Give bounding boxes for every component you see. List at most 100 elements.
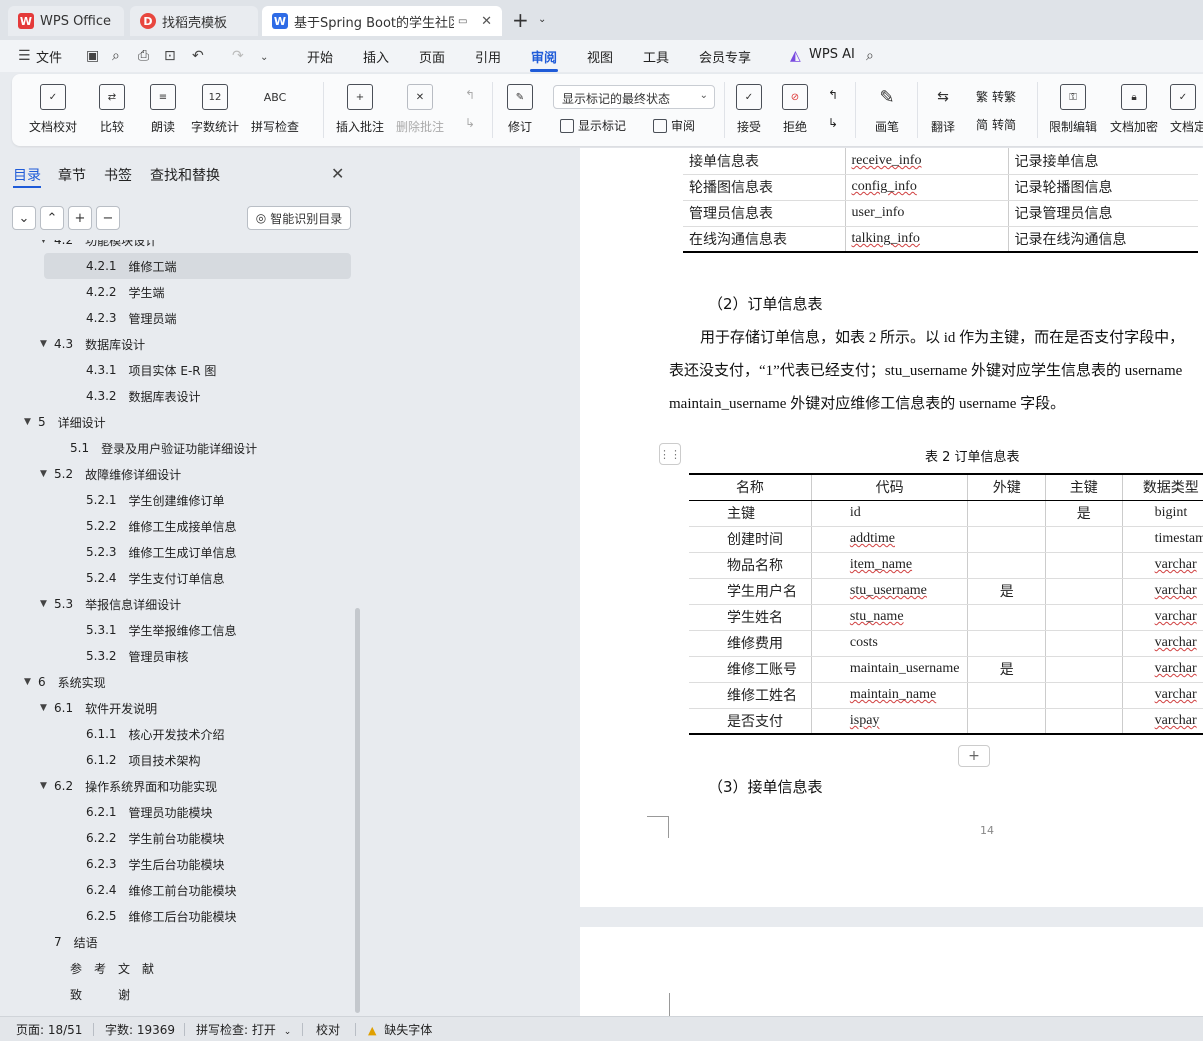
table-cell[interactable] <box>1045 526 1123 553</box>
encrypt-button[interactable]: 🔒︎ 文档加密 <box>1110 80 1158 135</box>
table-cell[interactable]: varchar <box>1122 604 1203 631</box>
table-cell[interactable]: config_info <box>845 174 1009 201</box>
toc-item[interactable]: 5.1 登录及用户验证功能详细设计 <box>0 435 355 461</box>
toc-item[interactable]: ▼ 6 系统实现 <box>0 669 355 695</box>
reject-button[interactable]: ⊘ 拒绝 <box>782 80 808 135</box>
expand-up-icon[interactable]: ⌃ <box>40 206 64 230</box>
pen-button[interactable]: ✎ 画笔 <box>874 80 900 135</box>
missing-font-indicator[interactable]: ▲ 缺失字体 <box>368 1021 432 1038</box>
proof-indicator[interactable]: 校对 <box>316 1021 340 1038</box>
table-cell[interactable]: 主键 <box>689 500 812 527</box>
menu-view[interactable]: 视图 <box>587 47 613 66</box>
new-tab-icon[interactable]: + <box>512 8 529 32</box>
toc-item[interactable]: 致 谢 <box>0 981 355 1007</box>
doc-check-button[interactable]: ✓ 文档校对 <box>29 80 77 135</box>
toc-item[interactable]: 5.2.4 学生支付订单信息 <box>0 565 355 591</box>
table-cell[interactable]: 维修工账号 <box>689 656 812 683</box>
table-cell[interactable]: varchar <box>1122 578 1203 605</box>
table-cell[interactable]: addtime <box>811 526 969 553</box>
toc-item[interactable]: 6.2.2 学生前台功能模块 <box>0 825 355 851</box>
table-cell[interactable]: varchar <box>1122 708 1203 735</box>
toc-item[interactable]: 5.2.1 学生创建维修订单 <box>0 487 355 513</box>
insert-comment-button[interactable]: + 插入批注 <box>336 80 384 135</box>
menu-start[interactable]: 开始 <box>307 47 333 66</box>
review-pane-button[interactable]: 审阅 <box>653 117 695 134</box>
restrict-edit-button[interactable]: ⚿ 限制编辑 <box>1049 80 1097 135</box>
add-row-button[interactable]: + <box>958 745 990 767</box>
compare-button[interactable]: ⇄ 比较 <box>99 80 125 135</box>
table-cell[interactable]: 轮播图信息表 <box>683 174 846 201</box>
toc-item[interactable]: 6.1.2 项目技术架构 <box>0 747 355 773</box>
table-cell[interactable]: 记录接单信息 <box>1008 148 1198 175</box>
toc-item[interactable]: 7 结语 <box>0 929 355 955</box>
toc-item[interactable]: 6.2.4 维修工前台功能模块 <box>0 877 355 903</box>
caret-down-icon[interactable]: ▼ <box>40 781 54 791</box>
caret-down-icon[interactable]: ▼ <box>40 339 54 349</box>
tab-wps-office[interactable]: W WPS Office <box>8 6 124 36</box>
translate-button[interactable]: ⇆ 翻译 <box>930 80 956 135</box>
collapse-all-icon[interactable]: ⌄ <box>12 206 36 230</box>
table-cell[interactable]: user_info <box>845 200 1009 227</box>
toc-item[interactable]: ▼ 5.2 故障维修详细设计 <box>0 461 355 487</box>
toc-item[interactable]: 6.2.1 管理员功能模块 <box>0 799 355 825</box>
table-cell[interactable]: item_name <box>811 552 969 579</box>
toc-item[interactable]: 4.2.1 维修工端 <box>44 253 351 279</box>
close-icon[interactable]: ✕ <box>331 164 344 183</box>
prev-change-icon[interactable]: ↰ <box>828 88 838 102</box>
table-cell[interactable]: 学生用户名 <box>689 578 812 605</box>
table-cell[interactable]: 记录轮播图信息 <box>1008 174 1198 201</box>
next-change-icon[interactable]: ↳ <box>828 116 838 130</box>
toc-item[interactable]: 5.3.2 管理员审核 <box>0 643 355 669</box>
search-icon[interactable]: ⌕ <box>866 48 874 64</box>
table-cell[interactable]: maintain_username <box>811 656 969 683</box>
table-cell[interactable] <box>1045 682 1123 709</box>
menu-review[interactable]: 审阅 <box>531 47 557 66</box>
menu-page[interactable]: 页面 <box>419 47 445 66</box>
table-cell[interactable] <box>967 708 1046 735</box>
table-cell[interactable] <box>967 682 1046 709</box>
remove-heading-icon[interactable]: − <box>96 206 120 230</box>
table-cell[interactable]: stu_name <box>811 604 969 631</box>
table-cell[interactable]: 接单信息表 <box>683 148 846 175</box>
menu-file[interactable]: 文件 <box>36 47 62 66</box>
table-cell[interactable]: 创建时间 <box>689 526 812 553</box>
table-cell[interactable]: 维修费用 <box>689 630 812 657</box>
redo-icon[interactable]: ↷ <box>232 48 244 64</box>
toc-item[interactable]: 4.2.2 学生端 <box>0 279 355 305</box>
table-cell[interactable]: 是 <box>1045 500 1123 527</box>
print-preview-icon[interactable]: ⊡ <box>164 48 176 64</box>
table-cell[interactable] <box>967 526 1046 553</box>
caret-down-icon[interactable]: ▼ <box>40 703 54 713</box>
table-cell[interactable] <box>1045 552 1123 579</box>
table-cell[interactable]: receive_info <box>845 148 1009 175</box>
next-comment-icon[interactable]: ↳ <box>465 116 475 130</box>
toc-item[interactable]: 6.2.5 维修工后台功能模块 <box>0 903 355 929</box>
page-indicator[interactable]: 页面: 18/51 <box>16 1021 82 1038</box>
caret-down-icon[interactable]: ▼ <box>40 599 54 609</box>
table-cell[interactable] <box>967 500 1046 527</box>
revise-button[interactable]: ✎ 修订 <box>507 80 533 135</box>
table-move-handle[interactable]: ⋮⋮ <box>659 443 681 465</box>
toc-item[interactable]: ▼ 6.2 操作系统界面和功能实现 <box>0 773 355 799</box>
table-cell[interactable]: 在线沟通信息表 <box>683 226 846 253</box>
word-count-button[interactable]: 12 字数统计 <box>191 80 239 135</box>
prev-comment-icon[interactable]: ↰ <box>465 88 475 102</box>
table-cell[interactable]: 是否支付 <box>689 708 812 735</box>
table-cell[interactable] <box>1045 604 1123 631</box>
table-cell[interactable]: id <box>811 500 969 527</box>
toc-item[interactable]: ▼ 4.3 数据库设计 <box>0 331 355 357</box>
table-cell[interactable]: maintain_name <box>811 682 969 709</box>
share-icon[interactable]: ⌕ <box>112 48 120 64</box>
table-cell[interactable]: 是 <box>967 578 1046 605</box>
table-cell[interactable]: 记录在线沟通信息 <box>1008 226 1198 253</box>
toc-item[interactable]: 6.2.3 学生后台功能模块 <box>0 851 355 877</box>
save-icon[interactable]: ▣ <box>86 48 99 64</box>
toc-item[interactable]: ▼ 5.3 举报信息详细设计 <box>0 591 355 617</box>
toc-item[interactable]: 5.3.1 学生举报维修工信息 <box>0 617 355 643</box>
table-cell[interactable]: 记录管理员信息 <box>1008 200 1198 227</box>
finalize-button[interactable]: ✓ 文档定稿 <box>1170 80 1203 135</box>
toc-item[interactable]: 参 考 文 献 <box>0 955 355 981</box>
table-cell[interactable]: 物品名称 <box>689 552 812 579</box>
table-cell[interactable]: 是 <box>967 656 1046 683</box>
table-cell[interactable]: varchar <box>1122 656 1203 683</box>
